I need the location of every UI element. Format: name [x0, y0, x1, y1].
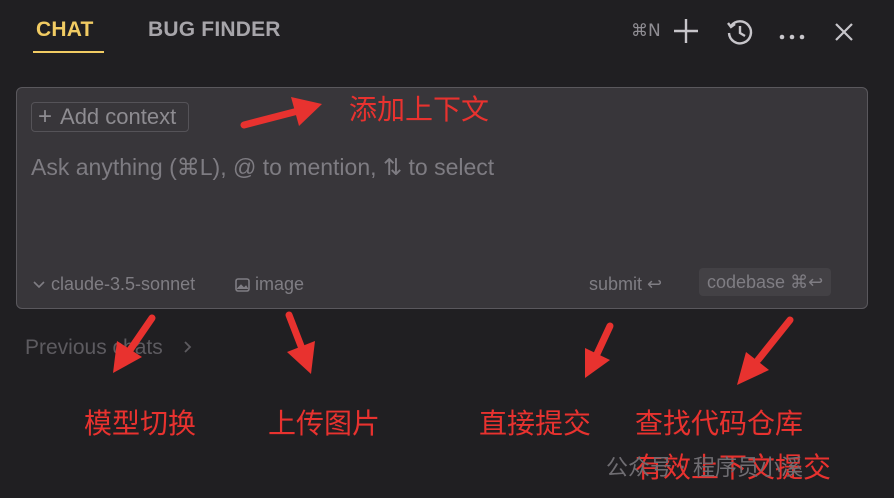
codebase-submit-button[interactable]: codebase ⌘↩	[699, 268, 832, 296]
watermark: 公众号 · 程序员小溪	[606, 456, 803, 481]
close-icon[interactable]	[833, 21, 855, 48]
plus-icon: +	[38, 103, 53, 130]
previous-chats-label: Previous chats	[25, 336, 163, 359]
add-context-label: Add context	[60, 104, 177, 129]
image-button[interactable]: image	[235, 274, 304, 297]
annotation-codebase-submit: 查找代码仓库	[635, 407, 804, 440]
submit-button[interactable]: submit ↩	[589, 274, 662, 295]
plus-icon[interactable]	[672, 17, 700, 50]
annotation-direct-submit: 直接提交	[479, 407, 592, 440]
previous-chats-link[interactable]: Previous chats	[25, 336, 192, 360]
chat-input[interactable]: Ask anything (⌘L), @ to mention, ⇅ to se…	[31, 154, 494, 181]
tab-chat[interactable]: CHAT	[36, 18, 94, 42]
active-tab-indicator	[33, 51, 104, 53]
model-selector[interactable]: claude-3.5-sonnet	[33, 274, 195, 295]
image-label: image	[255, 274, 305, 294]
chevron-right-icon	[183, 336, 192, 360]
chevron-down-icon	[33, 274, 45, 295]
more-icon[interactable]	[778, 28, 806, 46]
chat-window: CHAT BUG FINDER ⌘N + Add context Ask any…	[0, 0, 894, 498]
annotation-add-context: 添加上下文	[349, 93, 490, 126]
annotation-upload-image: 上传图片	[268, 407, 381, 440]
history-icon[interactable]	[725, 17, 755, 52]
annotation-model-switch: 模型切换	[84, 407, 197, 440]
image-icon	[235, 276, 250, 297]
new-chat-shortcut: ⌘N	[631, 21, 661, 41]
tab-bug-finder[interactable]: BUG FINDER	[148, 18, 281, 42]
model-label: claude-3.5-sonnet	[51, 274, 196, 294]
add-context-button[interactable]: + Add context	[31, 102, 190, 132]
